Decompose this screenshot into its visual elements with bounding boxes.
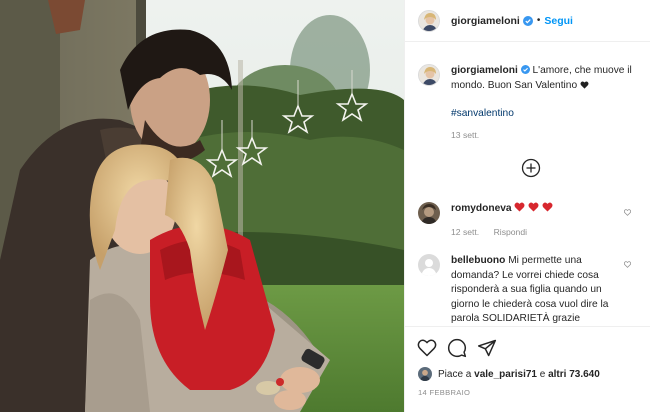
red-heart-emoji-icon xyxy=(542,202,553,212)
avatar-image xyxy=(419,10,439,31)
post-header: giorgiameloni • Segui xyxy=(405,0,650,42)
liker-avatar[interactable] xyxy=(418,367,432,381)
comment-timestamp: 12 sett. xyxy=(451,227,480,237)
post-caption: giorgiameloni L'amore, che muove il mond… xyxy=(418,64,643,93)
caption-username[interactable]: giorgiameloni xyxy=(451,65,518,76)
default-avatar-icon xyxy=(418,254,440,276)
likes-prefix: Piace a xyxy=(438,368,472,380)
avatar-image xyxy=(418,202,440,224)
post-actions-bar: Piace a vale_parisi71 e altri 73.640 14 … xyxy=(405,326,650,412)
commenter-username[interactable]: romydoneva xyxy=(451,203,512,214)
likes-connector: e xyxy=(539,368,546,380)
caption-author-avatar[interactable] xyxy=(418,64,440,86)
comment-item: bellebuono Mi permette una domanda? Le v… xyxy=(418,254,643,327)
like-heart-icon[interactable] xyxy=(417,338,437,358)
red-heart-emoji-icon xyxy=(514,202,525,212)
post-photo[interactable] xyxy=(0,0,404,412)
comment-like-heart-icon[interactable] xyxy=(624,261,631,268)
photo-image xyxy=(0,0,404,412)
comment-item: romydoneva xyxy=(418,202,643,224)
commenter-avatar[interactable] xyxy=(418,254,440,276)
post-side-panel: giorgiameloni • Segui giorgiameloni L'am… xyxy=(404,0,650,412)
black-heart-emoji-icon xyxy=(580,80,589,89)
liker-username[interactable]: vale_parisi71 xyxy=(474,369,537,380)
verified-badge-icon xyxy=(522,15,533,26)
follow-button[interactable]: Segui xyxy=(544,15,573,27)
caption-text-block: giorgiameloni L'amore, che muove il mond… xyxy=(451,64,643,93)
comment-meta: 12 sett. Rispondi xyxy=(451,227,539,237)
red-heart-emoji-icon xyxy=(528,202,539,212)
caption-timestamp: 13 sett. xyxy=(451,130,480,140)
comment-icon[interactable] xyxy=(447,338,467,358)
comment-like-heart-icon[interactable] xyxy=(624,209,631,216)
caption-hashtag[interactable]: #sanvalentino xyxy=(451,108,514,119)
post-date: 14 FEBBRAIO xyxy=(418,388,471,397)
author-username[interactable]: giorgiameloni xyxy=(451,15,520,27)
commenter-avatar[interactable] xyxy=(418,202,440,224)
avatar-image xyxy=(418,367,432,381)
likes-count-link[interactable]: altri 73.640 xyxy=(548,369,600,380)
reply-button[interactable]: Rispondi xyxy=(494,227,527,237)
likes-summary: Piace a vale_parisi71 e altri 73.640 xyxy=(418,367,600,381)
avatar-image xyxy=(419,65,439,85)
comment-text-block: romydoneva xyxy=(451,202,621,224)
comment-hearts xyxy=(514,202,553,214)
commenter-username[interactable]: bellebuono xyxy=(451,255,505,266)
author-avatar[interactable] xyxy=(418,9,440,32)
comment-text-block: bellebuono Mi permette una domanda? Le v… xyxy=(451,254,621,327)
add-comment-icon[interactable] xyxy=(521,158,541,178)
verified-badge-icon xyxy=(520,65,530,74)
share-icon[interactable] xyxy=(477,338,497,358)
header-separator: • xyxy=(536,15,541,26)
